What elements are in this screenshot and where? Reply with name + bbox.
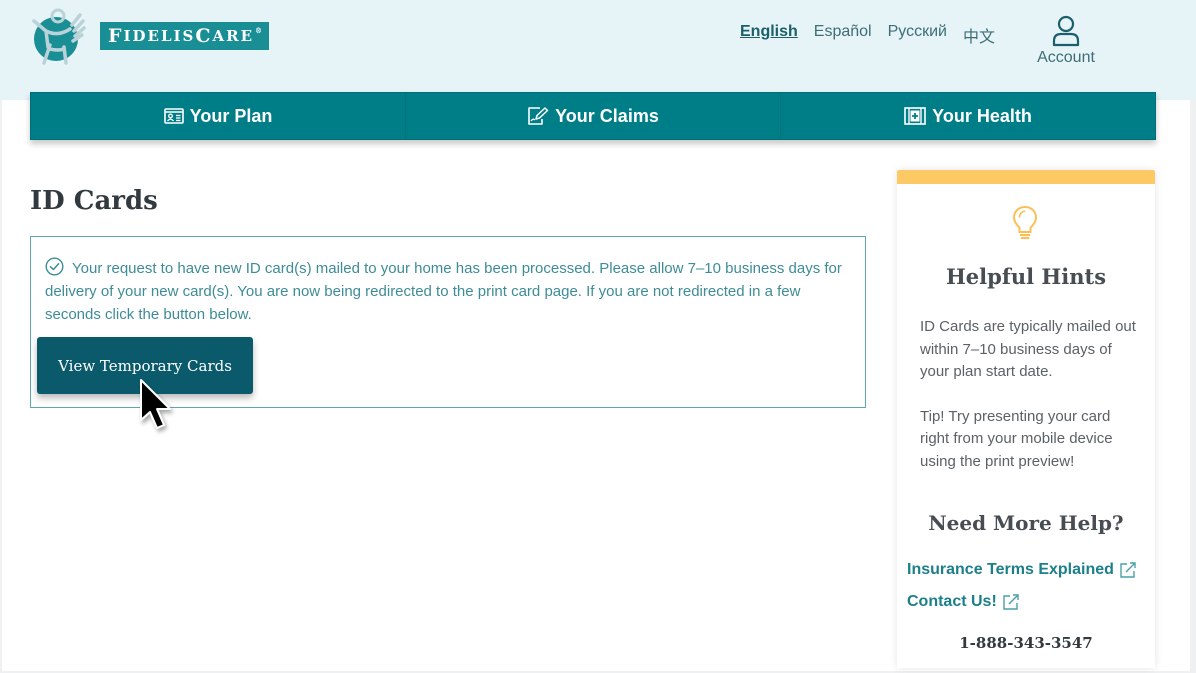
nav-your-health[interactable]: Your Health	[781, 93, 1155, 139]
page-title: ID Cards	[30, 186, 158, 216]
account-label: Account	[1037, 49, 1095, 66]
panel-accent-bar	[897, 170, 1155, 184]
lang-english[interactable]: English	[740, 23, 798, 47]
contact-us-link[interactable]: Contact Us!	[907, 593, 1020, 611]
language-selector: English Español Русский 中文	[740, 23, 995, 47]
lang-espanol[interactable]: Español	[814, 23, 872, 47]
hint-text: Tip! Try presenting your card right from…	[920, 407, 1113, 470]
insurance-terms-link[interactable]: Insurance Terms Explained	[907, 561, 1137, 579]
id-card-icon	[163, 108, 184, 124]
logo-letters: ARE	[212, 27, 255, 45]
support-phone-number: 1-888-343-3547	[959, 634, 1093, 652]
external-link-icon	[1120, 562, 1136, 578]
help-title: Need More Help?	[928, 511, 1124, 535]
hint-text: ID Cards are typically mailed out within…	[920, 318, 1136, 380]
nav-label: Your Health	[932, 105, 1032, 126]
nav-label: Your Plan	[189, 105, 273, 126]
lang-russian[interactable]: Русский	[888, 23, 947, 47]
helpful-hints-panel: Helpful Hints ID Cards are typically mai…	[897, 170, 1155, 668]
alert-message: Your request to have new ID card(s) mail…	[45, 260, 842, 323]
user-icon	[1052, 15, 1080, 47]
main-nav: Your Plan Your Claims Your Health	[30, 92, 1156, 140]
link-label: Contact Us!	[907, 593, 997, 610]
logo-letter: C	[195, 25, 213, 47]
external-link-icon	[1003, 594, 1019, 610]
account-button[interactable]: Account	[1030, 15, 1102, 67]
lang-chinese[interactable]: 中文	[963, 23, 995, 47]
medical-plus-icon	[904, 107, 926, 125]
alert-message-container: Your request to have new ID card(s) mail…	[45, 257, 845, 326]
nav-your-plan[interactable]: Your Plan	[31, 93, 406, 139]
logo-letters: IDELIS	[123, 27, 196, 45]
logo-letter: F	[108, 25, 124, 47]
logo-wordmark: F IDELIS C ARE ®	[100, 22, 270, 50]
hints-body: ID Cards are typically mailed out within…	[920, 316, 1140, 473]
lightbulb-icon	[1012, 205, 1038, 239]
link-label: Insurance Terms Explained	[907, 561, 1114, 578]
check-circle-icon	[45, 257, 64, 276]
logo[interactable]: F IDELIS C ARE ®	[28, 4, 270, 68]
claims-edit-icon	[528, 107, 549, 125]
mouse-cursor-icon	[140, 379, 171, 429]
hints-title: Helpful Hints	[945, 264, 1107, 289]
logo-mark-icon	[32, 8, 86, 65]
registered-mark: ®	[255, 26, 263, 35]
nav-label: Your Claims	[555, 105, 659, 126]
nav-your-claims[interactable]: Your Claims	[406, 93, 781, 139]
